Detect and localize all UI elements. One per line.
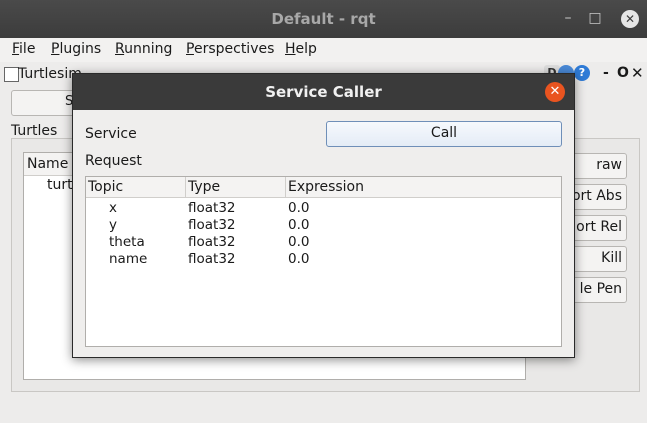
row-type: float32	[188, 251, 236, 267]
teleport-rel-label: ort Rel	[576, 219, 622, 235]
menu-perspectives[interactable]: Perspectives	[186, 41, 274, 57]
dialog-titlebar: Service Caller ✕	[73, 74, 574, 110]
plugin-float-button[interactable]: O	[617, 65, 629, 81]
maximize-button[interactable]: □	[585, 8, 605, 28]
row-expression[interactable]: 0.0	[288, 234, 309, 250]
request-table[interactable]: Topic Type Expression x float32 0.0 y fl…	[85, 176, 562, 347]
row-type: float32	[188, 217, 236, 233]
menu-plugins[interactable]: Plugins	[51, 41, 101, 57]
kill-label: Kill	[601, 250, 622, 266]
column-divider[interactable]	[185, 177, 186, 197]
teleport-abs-label: ort Abs	[571, 188, 622, 204]
close-window-button[interactable]: ✕	[621, 10, 639, 28]
table-row[interactable]: name float32 0.0	[86, 251, 561, 268]
draw-button-label: raw	[596, 157, 622, 173]
help-icon[interactable]: ?	[574, 65, 590, 81]
request-table-header: Topic Type Expression	[86, 177, 561, 198]
row-topic: x	[109, 200, 117, 216]
row-topic: name	[109, 251, 148, 267]
column-type[interactable]: Type	[188, 179, 220, 197]
call-button[interactable]: Call	[326, 121, 562, 147]
table-row[interactable]: x float32 0.0	[86, 200, 561, 217]
menu-running[interactable]: Running	[115, 41, 172, 57]
column-divider[interactable]	[285, 177, 286, 197]
row-expression[interactable]: 0.0	[288, 200, 309, 216]
column-topic[interactable]: Topic	[88, 179, 123, 197]
call-button-label: Call	[430, 125, 458, 141]
plugin-close-button[interactable]: ✕	[631, 64, 644, 82]
tree-header-label: Name	[27, 156, 69, 172]
window-titlebar: Default - rqt – □ ✕	[0, 0, 647, 38]
plugin-minimize-button[interactable]: -	[603, 65, 609, 81]
menu-perspectives-label: erspectives	[193, 41, 275, 57]
menu-running-label: unning	[124, 41, 173, 57]
dialog-close-icon[interactable]: ✕	[545, 82, 565, 102]
table-row[interactable]: theta float32 0.0	[86, 234, 561, 251]
menu-help-label: elp	[295, 41, 317, 57]
menu-bar: File Plugins Running Perspectives Help	[0, 38, 647, 62]
row-type: float32	[188, 234, 236, 250]
minimize-button[interactable]: –	[558, 8, 578, 28]
pencil-icon	[4, 67, 19, 82]
request-label: Request	[85, 153, 142, 169]
row-expression[interactable]: 0.0	[288, 217, 309, 233]
service-caller-dialog: Service Caller ✕ Service Call Request To…	[72, 73, 575, 358]
menu-perspectives-mnemonic: P	[186, 41, 194, 57]
row-expression[interactable]: 0.0	[288, 251, 309, 267]
menu-plugins-label: lugins	[59, 41, 102, 57]
turtles-label: Turtles	[11, 123, 58, 139]
window-title: Default - rqt	[271, 10, 376, 28]
row-topic: y	[109, 217, 117, 233]
dialog-title: Service Caller	[265, 83, 382, 101]
menu-file[interactable]: File	[12, 41, 35, 57]
row-type: float32	[188, 200, 236, 216]
menu-running-mnemonic: R	[115, 41, 125, 57]
toggle-pen-label: le Pen	[579, 281, 622, 297]
table-row[interactable]: y float32 0.0	[86, 217, 561, 234]
column-expression[interactable]: Expression	[288, 179, 364, 197]
service-label: Service	[85, 126, 137, 142]
tree-item[interactable]: turt	[47, 177, 73, 193]
row-topic: theta	[109, 234, 145, 250]
menu-file-mnemonic: F	[12, 41, 20, 57]
menu-file-label: ile	[19, 41, 36, 57]
menu-help-mnemonic: H	[285, 41, 296, 57]
menu-help[interactable]: Help	[285, 41, 317, 57]
